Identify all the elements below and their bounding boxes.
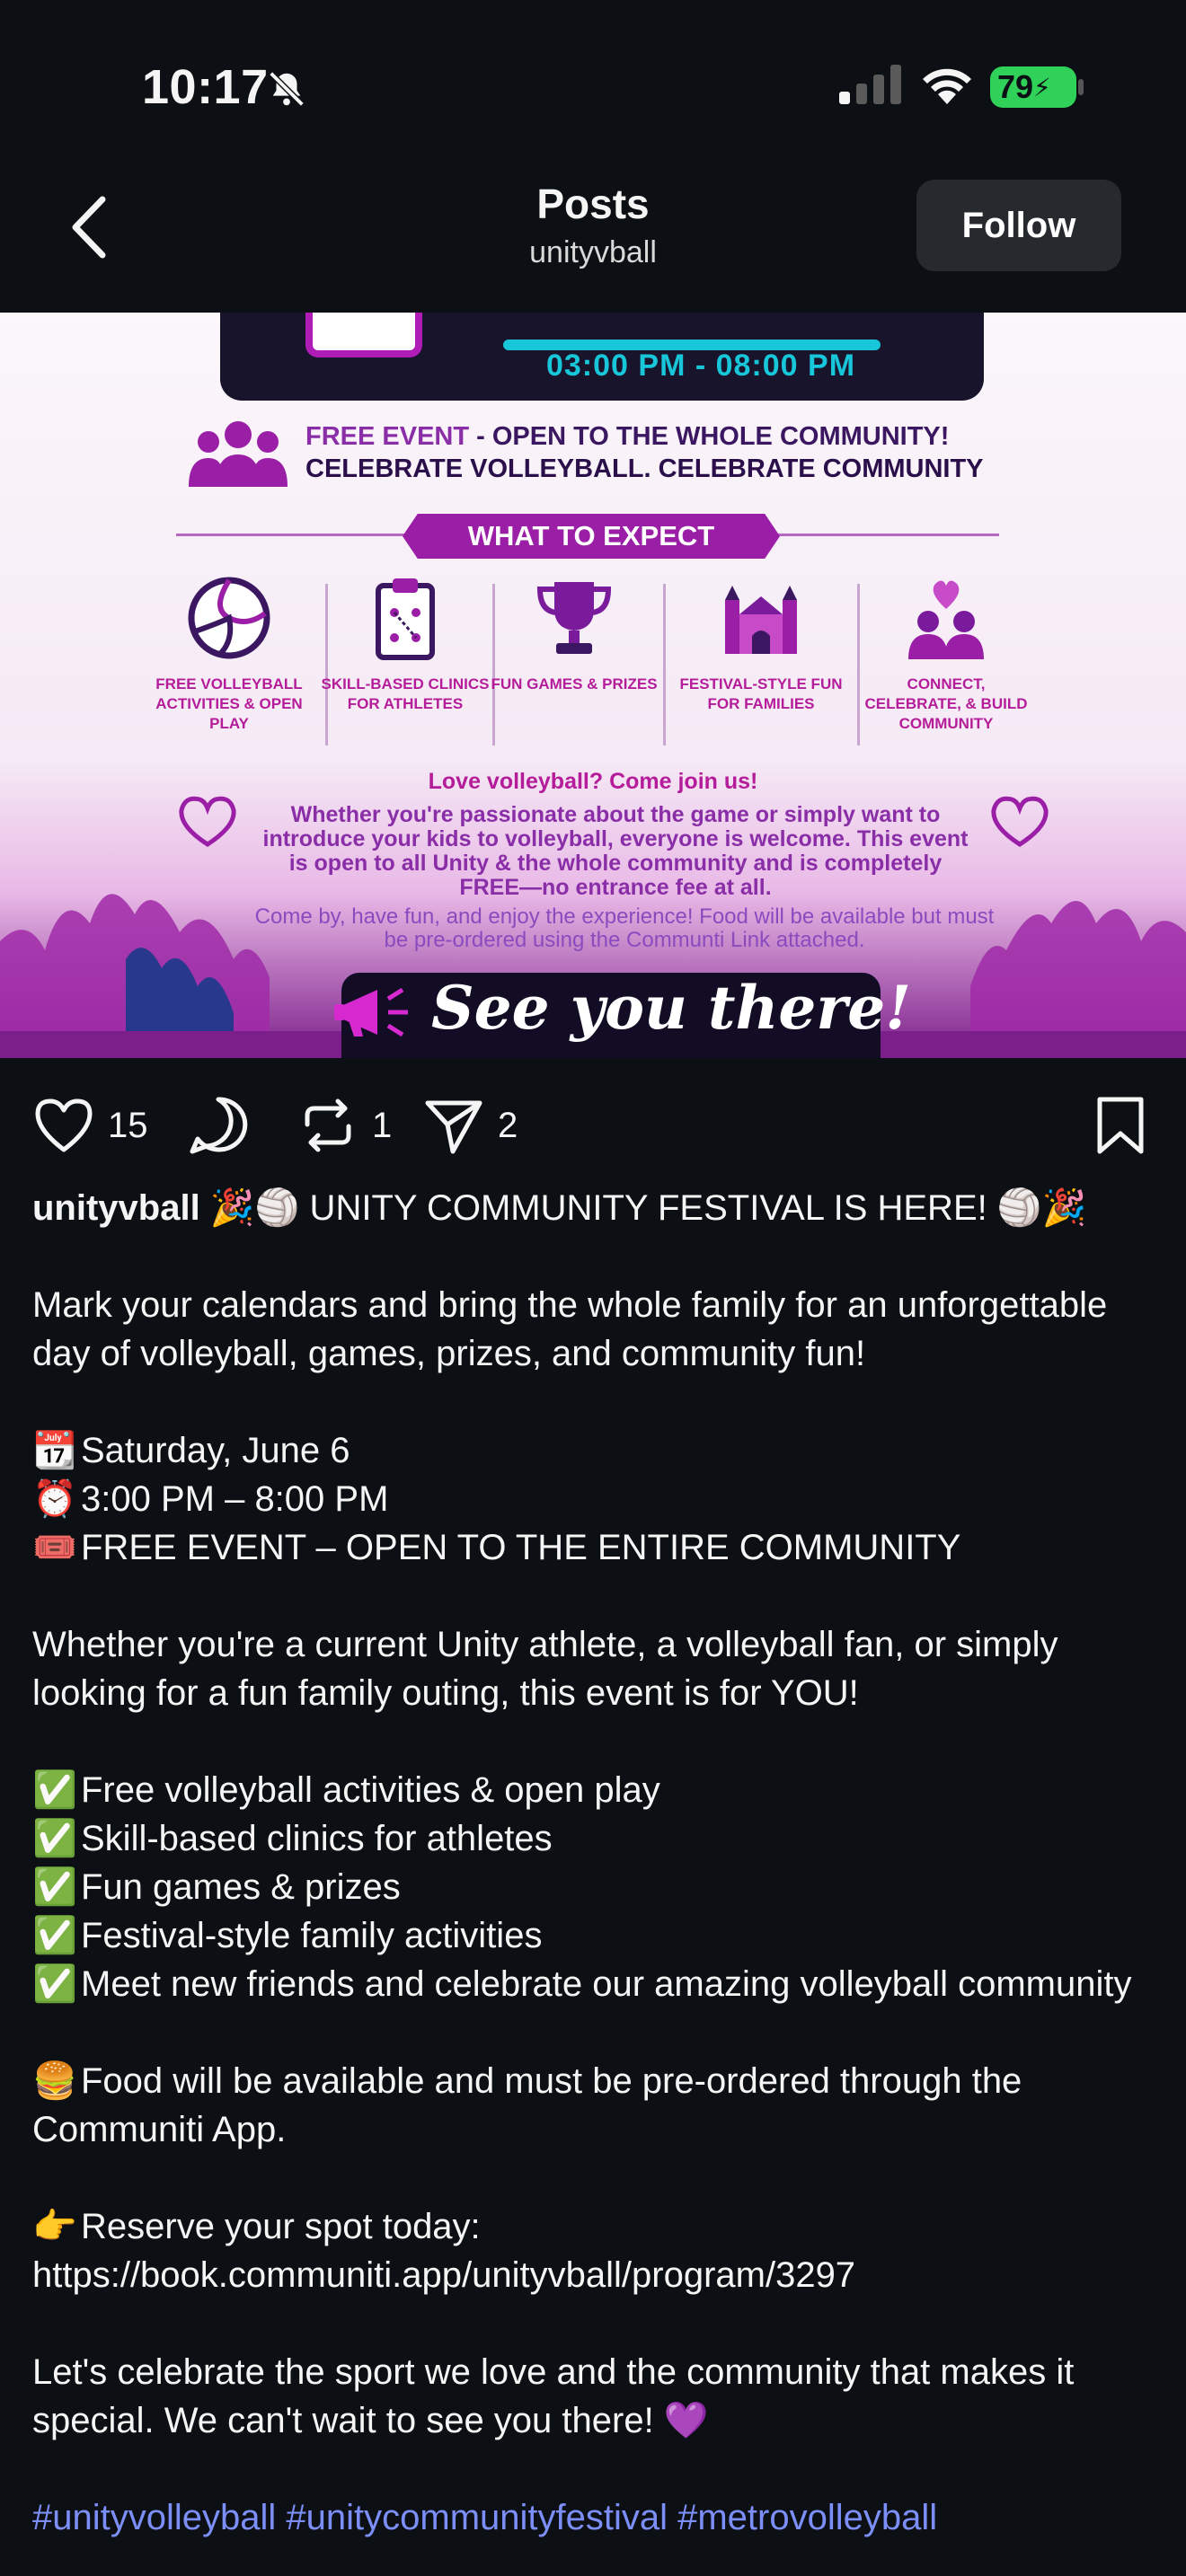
check-emoji-icon: ✅ bbox=[32, 1867, 77, 1907]
like-count: 15 bbox=[108, 1105, 148, 1145]
wifi-icon bbox=[923, 68, 971, 104]
list-item: ✅ Free volleyball activities & open play bbox=[32, 1766, 1155, 1814]
clock: 10:17 bbox=[142, 60, 269, 114]
what-to-expect-banner: WHAT TO EXPECT bbox=[403, 514, 780, 559]
feature-community: CONNECT, CELEBRATE, & BUILD COMMUNITY bbox=[861, 573, 1031, 734]
free-event-line: FREE EVENT - OPEN TO THE WHOLE COMMUNITY… bbox=[305, 422, 950, 451]
pointing-hand-emoji-icon: 👉 bbox=[32, 2207, 77, 2246]
caption-food: 🍔 Food will be available and must be pre-… bbox=[32, 2057, 1155, 2154]
love-volleyball-line: Love volleyball? Come join us! bbox=[428, 769, 758, 794]
cellular-signal-icon bbox=[839, 65, 901, 104]
heart-icon bbox=[35, 1098, 93, 1152]
event-time-range: 03:00 PM - 08:00 PM bbox=[545, 348, 856, 383]
group-people-icon bbox=[189, 421, 288, 487]
post-image[interactable]: 03:00 PM - 08:00 PM FREE EVENT - OPEN TO… bbox=[0, 313, 1186, 1058]
list-item: ✅ Fun games & prizes bbox=[32, 1863, 1155, 1911]
caption-username[interactable]: unityvball bbox=[32, 1188, 200, 1228]
caption-link[interactable]: https://book.communiti.app/unityvball/pr… bbox=[32, 2251, 1155, 2299]
caption-time-line: ⏰ 3:00 PM – 8:00 PM bbox=[32, 1475, 1155, 1523]
ticket-emoji-icon: 🎟️ bbox=[32, 1528, 77, 1567]
list-item: ✅ Festival-style family activities bbox=[32, 1911, 1155, 1960]
celebrate-line: CELEBRATE VOLLEYBALL. CELEBRATE COMMUNIT… bbox=[305, 454, 984, 483]
feature-clinics: SKILL-BASED CLINICS FOR ATHLETES bbox=[320, 573, 491, 714]
repost-icon bbox=[305, 1098, 351, 1152]
check-emoji-icon: ✅ bbox=[32, 1819, 77, 1858]
bounce-house-icon bbox=[725, 586, 797, 654]
list-item: ✅ Meet new friends and celebrate our amaz… bbox=[32, 1960, 1155, 2008]
burger-emoji-icon: 🍔 bbox=[32, 2061, 77, 2101]
follow-button[interactable]: Follow bbox=[916, 180, 1121, 271]
comment-bubble-icon bbox=[190, 1097, 248, 1154]
caption-headline: 🎉🏐 UNITY COMMUNITY FESTIVAL IS HERE! 🏐🎉 bbox=[209, 1188, 1087, 1228]
share-button[interactable]: 2 bbox=[422, 1094, 518, 1157]
community-heart-icon bbox=[908, 580, 984, 659]
like-button[interactable]: 15 bbox=[32, 1094, 148, 1157]
caption-closing: Let's celebrate the sport we love and th… bbox=[32, 2352, 1084, 2440]
check-emoji-icon: ✅ bbox=[32, 1770, 77, 1810]
repost-count: 1 bbox=[372, 1105, 393, 1145]
check-emoji-icon: ✅ bbox=[32, 1916, 77, 1955]
feature-divider bbox=[663, 584, 666, 745]
feature-games: FUN GAMES & PRIZES bbox=[489, 573, 659, 694]
caption-date-line: 📆 Saturday, June 6 bbox=[32, 1426, 1155, 1475]
send-icon bbox=[425, 1100, 482, 1154]
see-you-there: See you there! bbox=[431, 973, 912, 1043]
battery-tip bbox=[1078, 79, 1084, 95]
status-bar: 10:17 79 ⚡ bbox=[0, 0, 1186, 171]
share-count: 2 bbox=[498, 1105, 518, 1145]
megaphone-icon bbox=[334, 987, 408, 1037]
caption-reserve: 👉 Reserve your spot today: bbox=[32, 2202, 1155, 2251]
clipboard-icon bbox=[376, 578, 435, 660]
feature-volleyball: FREE VOLLEYBALL ACTIVITIES & OPEN PLAY bbox=[144, 573, 314, 734]
calendar-icon bbox=[305, 313, 422, 357]
caption-hashtags[interactable]: #unityvolleyball #unitycommunityfestival… bbox=[32, 2493, 1155, 2542]
calendar-emoji-icon: 📆 bbox=[32, 1431, 77, 1470]
check-emoji-icon: ✅ bbox=[32, 1964, 77, 2004]
bookmark-icon[interactable] bbox=[1089, 1094, 1152, 1157]
comment-button[interactable] bbox=[187, 1094, 250, 1157]
bell-muted-icon bbox=[269, 71, 305, 107]
alarm-clock-emoji-icon: ⏰ bbox=[32, 1479, 77, 1519]
post-caption: unityvball 🎉🏐 UNITY COMMUNITY FESTIVAL I… bbox=[32, 1184, 1155, 2542]
caption-free-line: 🎟️ FREE EVENT – OPEN TO THE ENTIRE COMMUN… bbox=[32, 1523, 1155, 1572]
feature-festival: FESTIVAL-STYLE FUN FOR FAMILIES bbox=[676, 573, 846, 714]
battery-icon: 79 ⚡ bbox=[990, 66, 1076, 108]
feature-divider bbox=[857, 584, 860, 745]
repost-button[interactable]: 1 bbox=[296, 1094, 392, 1157]
battery-level: 79 bbox=[997, 68, 1034, 105]
list-item: ✅ Skill-based clinics for athletes bbox=[32, 1814, 1155, 1863]
volleyball-icon bbox=[188, 577, 270, 659]
caption-intro: Mark your calendars and bring the whole … bbox=[32, 1285, 1118, 1373]
caption-whether: Whether you're a current Unity athlete, … bbox=[32, 1625, 1068, 1713]
trophy-icon bbox=[536, 582, 612, 654]
